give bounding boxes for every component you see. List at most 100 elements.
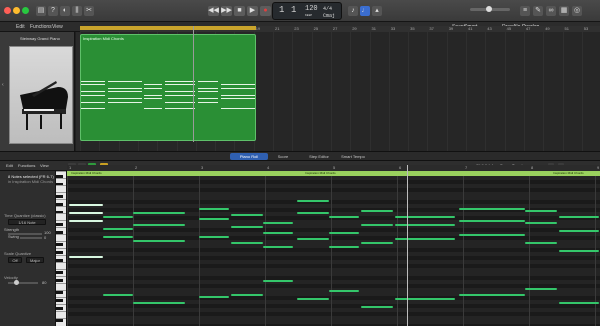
midi-note[interactable]	[559, 230, 599, 232]
metronome-icon[interactable]: ♩	[360, 6, 370, 16]
black-key[interactable]	[56, 307, 63, 310]
midi-note[interactable]	[103, 228, 133, 230]
midi-note[interactable]	[395, 224, 455, 226]
midi-note[interactable]	[297, 298, 329, 300]
browsers-icon[interactable]: ▦	[559, 6, 569, 16]
loop-browser-icon[interactable]: ∞	[546, 6, 556, 16]
velocity-slider-thumb[interactable]	[14, 280, 19, 285]
black-key[interactable]	[56, 319, 63, 322]
midi-note[interactable]	[361, 306, 393, 308]
midi-note[interactable]	[329, 290, 359, 292]
black-key[interactable]	[56, 195, 63, 198]
black-key[interactable]	[56, 243, 63, 246]
black-key[interactable]	[56, 299, 63, 302]
midi-note[interactable]	[263, 222, 293, 224]
smart-controls-icon[interactable]: ◐	[60, 6, 70, 16]
close-window-button[interactable]	[4, 7, 11, 14]
midi-note[interactable]	[263, 232, 293, 234]
midi-note[interactable]	[525, 288, 557, 290]
help-icon[interactable]: ?	[48, 6, 58, 16]
midi-note[interactable]	[199, 208, 229, 210]
midi-note[interactable]	[297, 200, 329, 202]
midi-note[interactable]	[133, 302, 185, 304]
editor-view-menu[interactable]: View	[40, 161, 49, 171]
notepad-icon[interactable]: ✎	[533, 6, 543, 16]
edit-menu[interactable]: Edit	[16, 22, 25, 32]
midi-note[interactable]	[69, 212, 103, 214]
list-editors-icon[interactable]: ≡	[520, 6, 530, 16]
midi-note[interactable]	[199, 218, 229, 220]
piano-roll-grid[interactable]	[67, 176, 600, 326]
forward-button[interactable]: ▶▶	[221, 6, 232, 16]
count-in-icon[interactable]: ♪	[348, 6, 358, 16]
stop-button[interactable]: ■	[234, 6, 245, 16]
midi-note[interactable]	[263, 280, 293, 282]
editor-edit-menu[interactable]: Edit	[6, 161, 13, 171]
midi-note[interactable]	[103, 294, 133, 296]
midi-note[interactable]	[361, 224, 393, 226]
tab-piano-roll[interactable]: Piano Roll	[230, 153, 268, 160]
cycle-region[interactable]	[80, 26, 256, 30]
midi-note[interactable]	[525, 210, 557, 212]
library-icon[interactable]: ▤	[36, 6, 46, 16]
record-button[interactable]: ●	[260, 6, 271, 16]
editor-functions-menu[interactable]: Functions	[18, 161, 35, 171]
midi-note[interactable]	[133, 240, 185, 242]
midi-note[interactable]	[459, 208, 525, 210]
midi-note[interactable]	[329, 216, 359, 218]
midi-note[interactable]	[361, 242, 393, 244]
apple-loops-icon[interactable]: ◎	[572, 6, 582, 16]
zoom-window-button[interactable]	[22, 7, 29, 14]
black-key[interactable]	[56, 279, 63, 282]
swing-slider[interactable]	[20, 237, 42, 239]
minimize-window-button[interactable]	[13, 7, 20, 14]
black-key[interactable]	[56, 271, 63, 274]
mixer-icon[interactable]: ⫼	[72, 6, 82, 16]
midi-note[interactable]	[395, 216, 455, 218]
master-volume-knob[interactable]	[486, 6, 492, 12]
midi-note[interactable]	[297, 238, 329, 240]
midi-note[interactable]	[199, 236, 229, 238]
midi-note[interactable]	[297, 212, 329, 214]
functions-menu[interactable]: Functions	[30, 22, 52, 32]
midi-note[interactable]	[231, 294, 263, 296]
tab-step-editor[interactable]: Step Editor	[300, 153, 338, 160]
midi-note[interactable]	[69, 256, 103, 258]
midi-note[interactable]	[69, 220, 103, 222]
midi-region[interactable]: Inspiration Midi Chords	[80, 34, 256, 141]
view-menu[interactable]: View	[52, 22, 63, 32]
lcd-display[interactable]: 1 1 120 KEEP 4/4 Cmaj	[272, 2, 342, 20]
playhead[interactable]	[193, 26, 194, 142]
midi-note[interactable]	[263, 246, 293, 248]
piano-keyboard[interactable]	[56, 171, 67, 326]
midi-note[interactable]	[459, 234, 525, 236]
time-quantize-select[interactable]: 1/16 Note	[8, 219, 46, 225]
midi-note[interactable]	[459, 220, 525, 222]
tab-smart-tempo[interactable]: Smart Tempo	[334, 153, 372, 160]
midi-note[interactable]	[103, 216, 133, 218]
midi-note[interactable]	[199, 296, 229, 298]
midi-note[interactable]	[133, 224, 185, 226]
midi-note[interactable]	[329, 232, 359, 234]
play-button[interactable]: ▶	[247, 6, 258, 16]
scale-quantize-select[interactable]: Off	[8, 257, 22, 263]
midi-note[interactable]	[525, 242, 557, 244]
tab-score[interactable]: Score	[264, 153, 302, 160]
piano-roll-playhead[interactable]	[407, 165, 408, 326]
midi-note[interactable]	[395, 238, 455, 240]
black-key[interactable]	[56, 223, 63, 226]
midi-note[interactable]	[103, 236, 133, 238]
editors-icon[interactable]: ✂	[84, 6, 94, 16]
midi-note[interactable]	[231, 242, 263, 244]
midi-note[interactable]	[69, 204, 103, 206]
rewind-button[interactable]: ◀◀	[208, 6, 219, 16]
midi-note[interactable]	[361, 210, 393, 212]
midi-note[interactable]	[459, 294, 525, 296]
midi-note[interactable]	[395, 298, 455, 300]
midi-note[interactable]	[133, 212, 185, 214]
tuner-icon[interactable]: ▴	[372, 6, 382, 16]
midi-note[interactable]	[231, 226, 263, 228]
midi-note[interactable]	[559, 250, 599, 252]
black-key[interactable]	[56, 291, 63, 294]
midi-note[interactable]	[559, 216, 599, 218]
